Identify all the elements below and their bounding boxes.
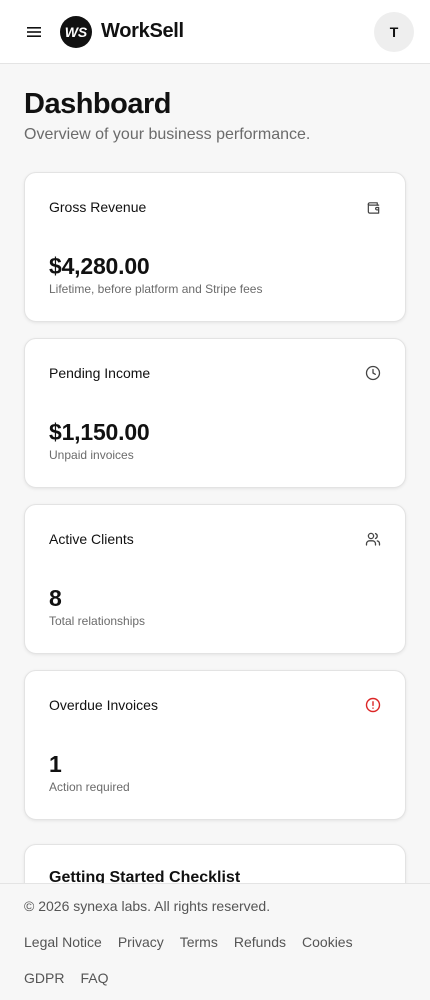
card-title: Gross Revenue [49, 199, 147, 215]
footer-link-refunds[interactable]: Refunds [234, 934, 286, 951]
dashboard-page: WS WorkSell T Dashboard Overview of your… [0, 0, 430, 1000]
footer-link-gdpr[interactable]: GDPR [24, 970, 64, 987]
wallet-icon [365, 199, 381, 215]
card-description: Total relationships [49, 614, 146, 628]
card-value: 8 [49, 585, 62, 611]
card-title: Active Clients [49, 531, 134, 547]
copyright-text: © 2026 synexa labs. All rights reserved. [24, 898, 271, 914]
user-avatar[interactable]: T [374, 12, 414, 52]
card-title: Overdue Invoices [49, 697, 158, 713]
page-footer: © 2026 synexa labs. All rights reserved.… [0, 883, 430, 1000]
page-subtitle: Overview of your business performance. [24, 126, 311, 143]
active-clients-card: Active Clients 8 Total relationships [24, 504, 406, 654]
brand-name[interactable]: WorkSell [101, 20, 184, 43]
card-value: 1 [49, 751, 62, 777]
gross-revenue-card: Gross Revenue $4,280.00 Lifetime, before… [24, 172, 406, 322]
overdue-invoices-card: Overdue Invoices 1 Action required [24, 670, 406, 820]
footer-link-privacy[interactable]: Privacy [118, 934, 164, 951]
card-title: Pending Income [49, 365, 151, 381]
alert-circle-icon [365, 697, 381, 713]
pending-income-card: Pending Income $1,150.00 Unpaid invoices [24, 338, 406, 488]
hamburger-menu-icon[interactable] [24, 22, 44, 42]
footer-links: Legal Notice Privacy Terms Refunds Cooki… [24, 934, 406, 987]
users-icon [365, 531, 381, 547]
footer-link-legal-notice[interactable]: Legal Notice [24, 934, 102, 951]
top-header: WS WorkSell T [0, 0, 430, 64]
footer-link-terms[interactable]: Terms [180, 934, 218, 951]
footer-link-faq[interactable]: FAQ [80, 970, 108, 987]
card-description: Lifetime, before platform and Stripe fee… [49, 282, 263, 296]
card-value: $1,150.00 [49, 419, 150, 445]
footer-link-cookies[interactable]: Cookies [302, 934, 353, 951]
card-description: Action required [49, 780, 130, 794]
clock-icon [365, 365, 381, 381]
card-value: $4,280.00 [49, 253, 150, 279]
card-description: Unpaid invoices [49, 448, 134, 462]
page-title: Dashboard [24, 88, 171, 120]
worksell-logo[interactable]: WS [60, 16, 92, 48]
svg-text:WS: WS [65, 24, 88, 40]
